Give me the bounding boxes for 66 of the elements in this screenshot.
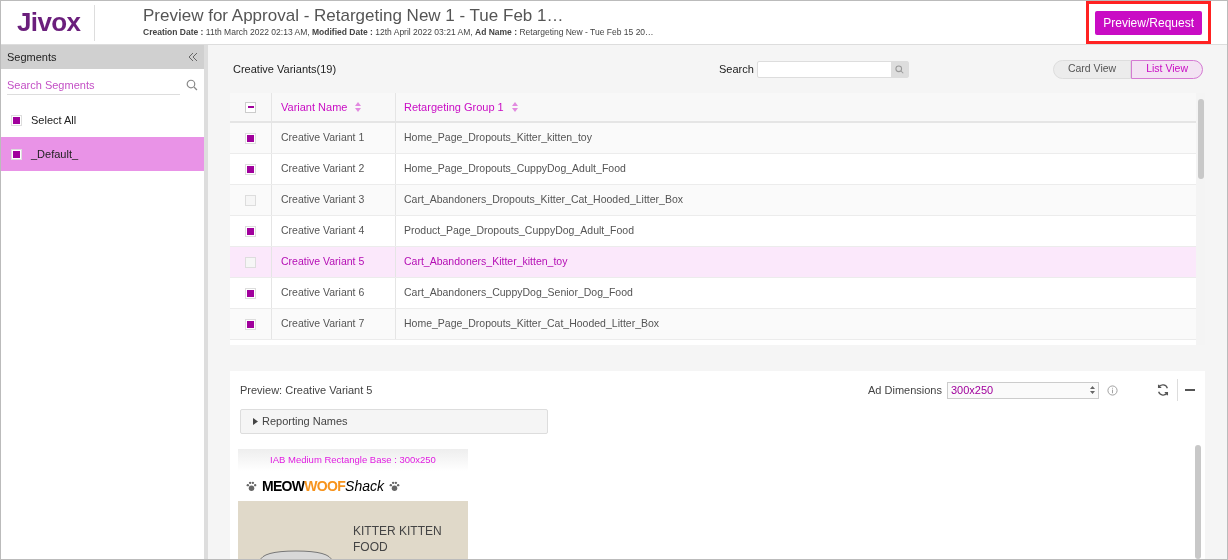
page-title: Preview for Approval - Retargeting New 1 - Tue Feb 1… — [143, 6, 565, 27]
checkbox[interactable] — [245, 194, 256, 206]
table-cell: Home_Page_Dropouts_Kitter_Cat_Hooded_Litter_Box — [404, 317, 660, 330]
info-icon[interactable] — [1107, 384, 1118, 396]
ad-meta-info: Creation Date : 11th March 2022 02:13 AM, Modified Date : 12th April 2022 03:21 AM, Ad Name : Retargeting New - Tue Feb 15 20… — [143, 26, 654, 39]
search-field[interactable] — [756, 60, 909, 78]
table-cell: Cart_Abandoners_CuppyDog_Senior_Dog_Food — [404, 286, 633, 299]
scrollbar-thumb[interactable] — [1195, 445, 1201, 559]
sidebar-title: Segments — [7, 49, 57, 65]
checkbox[interactable] — [245, 163, 256, 175]
table-cell: Creative Variant 6 — [281, 285, 365, 301]
collapse-icon[interactable] — [189, 53, 198, 61]
ad-dimensions-label: Ad Dimensions — [868, 382, 942, 398]
search-icon[interactable] — [894, 64, 904, 74]
column-header[interactable]: Retargeting Group 1 — [396, 93, 518, 121]
table-row[interactable]: Creative Variant 5 Cart_Abandoners_Kitter_kitten_toy — [230, 247, 1196, 278]
table-row[interactable]: Creative Variant 1 Home_Page_Dropouts_Kitter_kitten_toy — [230, 123, 1196, 154]
table-row[interactable]: Creative Variant 3 Cart_Abandoners_Dropouts_Kitter_Cat_Hooded_Litter_Box — [230, 185, 1196, 216]
checkbox[interactable] — [245, 256, 256, 268]
checkbox[interactable] — [245, 287, 256, 299]
view-toggle[interactable]: Card View — [1052, 59, 1132, 79]
table-row[interactable]: Creative Variant 6 Cart_Abandoners_CuppyDog_Senior_Dog_Food — [230, 278, 1196, 309]
table-cell: Creative Variant 1 — [281, 130, 365, 146]
logo: Jivox — [17, 6, 81, 39]
table-row[interactable]: Creative Variant 7 Home_Page_Dropouts_Kitter_Cat_Hooded_Litter_Box — [230, 309, 1196, 340]
table-cell: Creative Variant 7 — [281, 316, 365, 332]
select-all-checkbox[interactable] — [245, 101, 256, 113]
table-cell: Creative Variant 5 — [281, 254, 365, 270]
dropdown-icon — [1090, 386, 1095, 394]
table-cell: Cart_Abandoners_Dropouts_Kitter_Cat_Hooded_Litter_Box — [404, 193, 683, 206]
table-cell: Creative Variant 2 — [281, 161, 365, 177]
brand-logo: MEOWWOOFShack — [262, 476, 384, 496]
checkbox[interactable] — [245, 318, 256, 330]
table-cell: Creative Variant 4 — [281, 223, 365, 239]
sort-icon[interactable] — [355, 102, 362, 112]
table-row[interactable]: Creative Variant 2 Home_Page_Dropouts_CuppyDog_Adult_Food — [230, 154, 1196, 185]
checkbox[interactable] — [11, 148, 22, 160]
paw-icon — [389, 480, 400, 492]
table-cell: Creative Variant 3 — [281, 192, 365, 208]
ad-dimensions-select[interactable]: 300x250 — [947, 381, 1099, 399]
scrollbar-thumb[interactable] — [1197, 99, 1204, 179]
section-title: Creative Variants(19) — [233, 61, 338, 77]
table-row[interactable]: Creative Variant 4 Product_Page_Dropouts_CuppyDog_Adult_Food — [230, 216, 1196, 247]
table-cell: Product_Page_Dropouts_CuppyDog_Adult_Food — [404, 224, 634, 237]
search-icon[interactable] — [186, 79, 198, 91]
paw-icon — [246, 480, 257, 492]
ad-headline: KITTER KITTEN FOOD — [353, 523, 443, 555]
checkbox[interactable] — [11, 114, 22, 126]
checkbox[interactable] — [245, 132, 256, 144]
search-field[interactable]: Search Segments — [7, 75, 181, 95]
view-toggle[interactable]: List View — [1131, 59, 1203, 79]
column-header[interactable]: Variant Name — [272, 93, 396, 121]
preview-title: Preview: Creative Variant 5 — [240, 382, 373, 398]
product-bowl-icon — [258, 549, 334, 559]
search-label: Search — [719, 61, 754, 77]
table-cell: Home_Page_Dropouts_CuppyDog_Adult_Food — [404, 162, 626, 175]
table-cell: Cart_Abandoners_Kitter_kitten_toy — [404, 255, 568, 268]
checkbox[interactable] — [245, 225, 256, 237]
reporting-names-toggle[interactable]: Reporting Names — [240, 409, 548, 434]
sort-icon[interactable] — [511, 102, 518, 112]
caret-icon — [253, 418, 258, 425]
refresh-icon[interactable] — [1156, 383, 1170, 397]
preview-request-button[interactable]: Preview/Request — [1095, 11, 1202, 35]
ad-size-caption: IAB Medium Rectangle Base : 300x250 — [270, 452, 436, 467]
segment-item[interactable]: _Default_ — [1, 137, 204, 171]
table-cell: Home_Page_Dropouts_Kitter_kitten_toy — [404, 131, 592, 144]
